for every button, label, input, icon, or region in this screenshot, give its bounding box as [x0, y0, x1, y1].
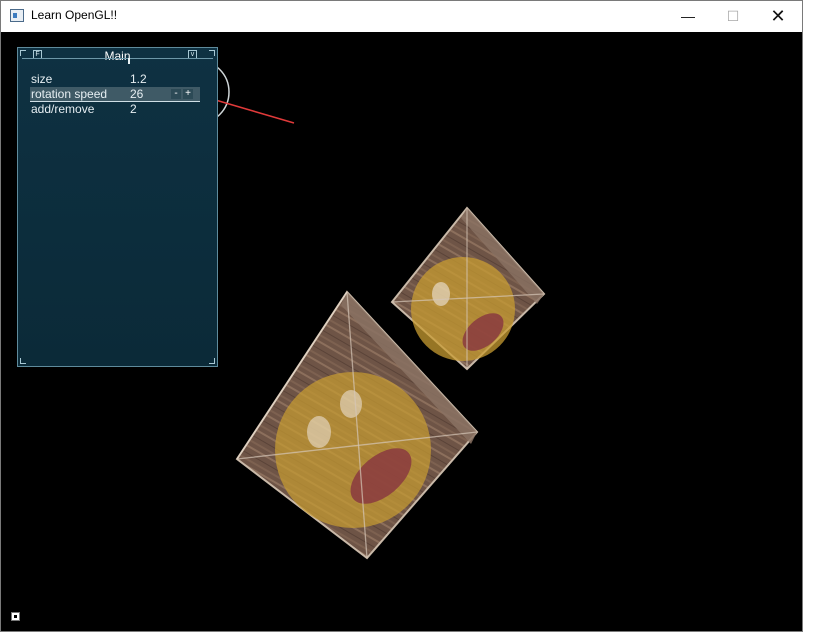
maximize-button[interactable]: ☐ — [710, 1, 756, 31]
row-add-remove[interactable]: add/remove 2 — [30, 102, 215, 117]
resize-handle[interactable] — [209, 358, 215, 364]
small-crate — [390, 206, 546, 371]
decrement-button[interactable]: - — [171, 89, 181, 99]
gui-panel-main[interactable]: F Main v size 1.2 rotation speed 26 - + … — [17, 47, 218, 367]
app-icon — [10, 9, 24, 22]
row-size[interactable]: size 1.2 — [30, 72, 215, 87]
row-value[interactable]: 26 — [130, 87, 143, 101]
title-marker — [128, 58, 130, 64]
close-button[interactable]: ✕ — [755, 1, 801, 31]
row-rotation-speed[interactable]: rotation speed 26 - + — [30, 87, 200, 102]
opengl-viewport[interactable]: F Main v size 1.2 rotation speed 26 - + … — [1, 32, 802, 631]
row-label: rotation speed — [31, 87, 108, 101]
minimize-button[interactable]: — — [665, 1, 711, 31]
title-bar[interactable]: Learn OpenGL!! — ☐ ✕ — [1, 1, 802, 32]
row-label: size — [31, 72, 53, 86]
row-value[interactable]: 2 — [130, 102, 137, 116]
row-value[interactable]: 1.2 — [130, 72, 147, 86]
app-window: Learn OpenGL!! — ☐ ✕ F Main v size 1.2 r… — [0, 0, 803, 632]
window-title: Learn OpenGL!! — [31, 8, 118, 22]
help-icon[interactable] — [11, 612, 20, 621]
increment-button[interactable]: + — [183, 89, 193, 99]
corner-mark — [20, 358, 26, 364]
row-label: add/remove — [31, 102, 95, 116]
smiley-face-texture — [411, 257, 515, 361]
title-divider — [22, 58, 213, 59]
